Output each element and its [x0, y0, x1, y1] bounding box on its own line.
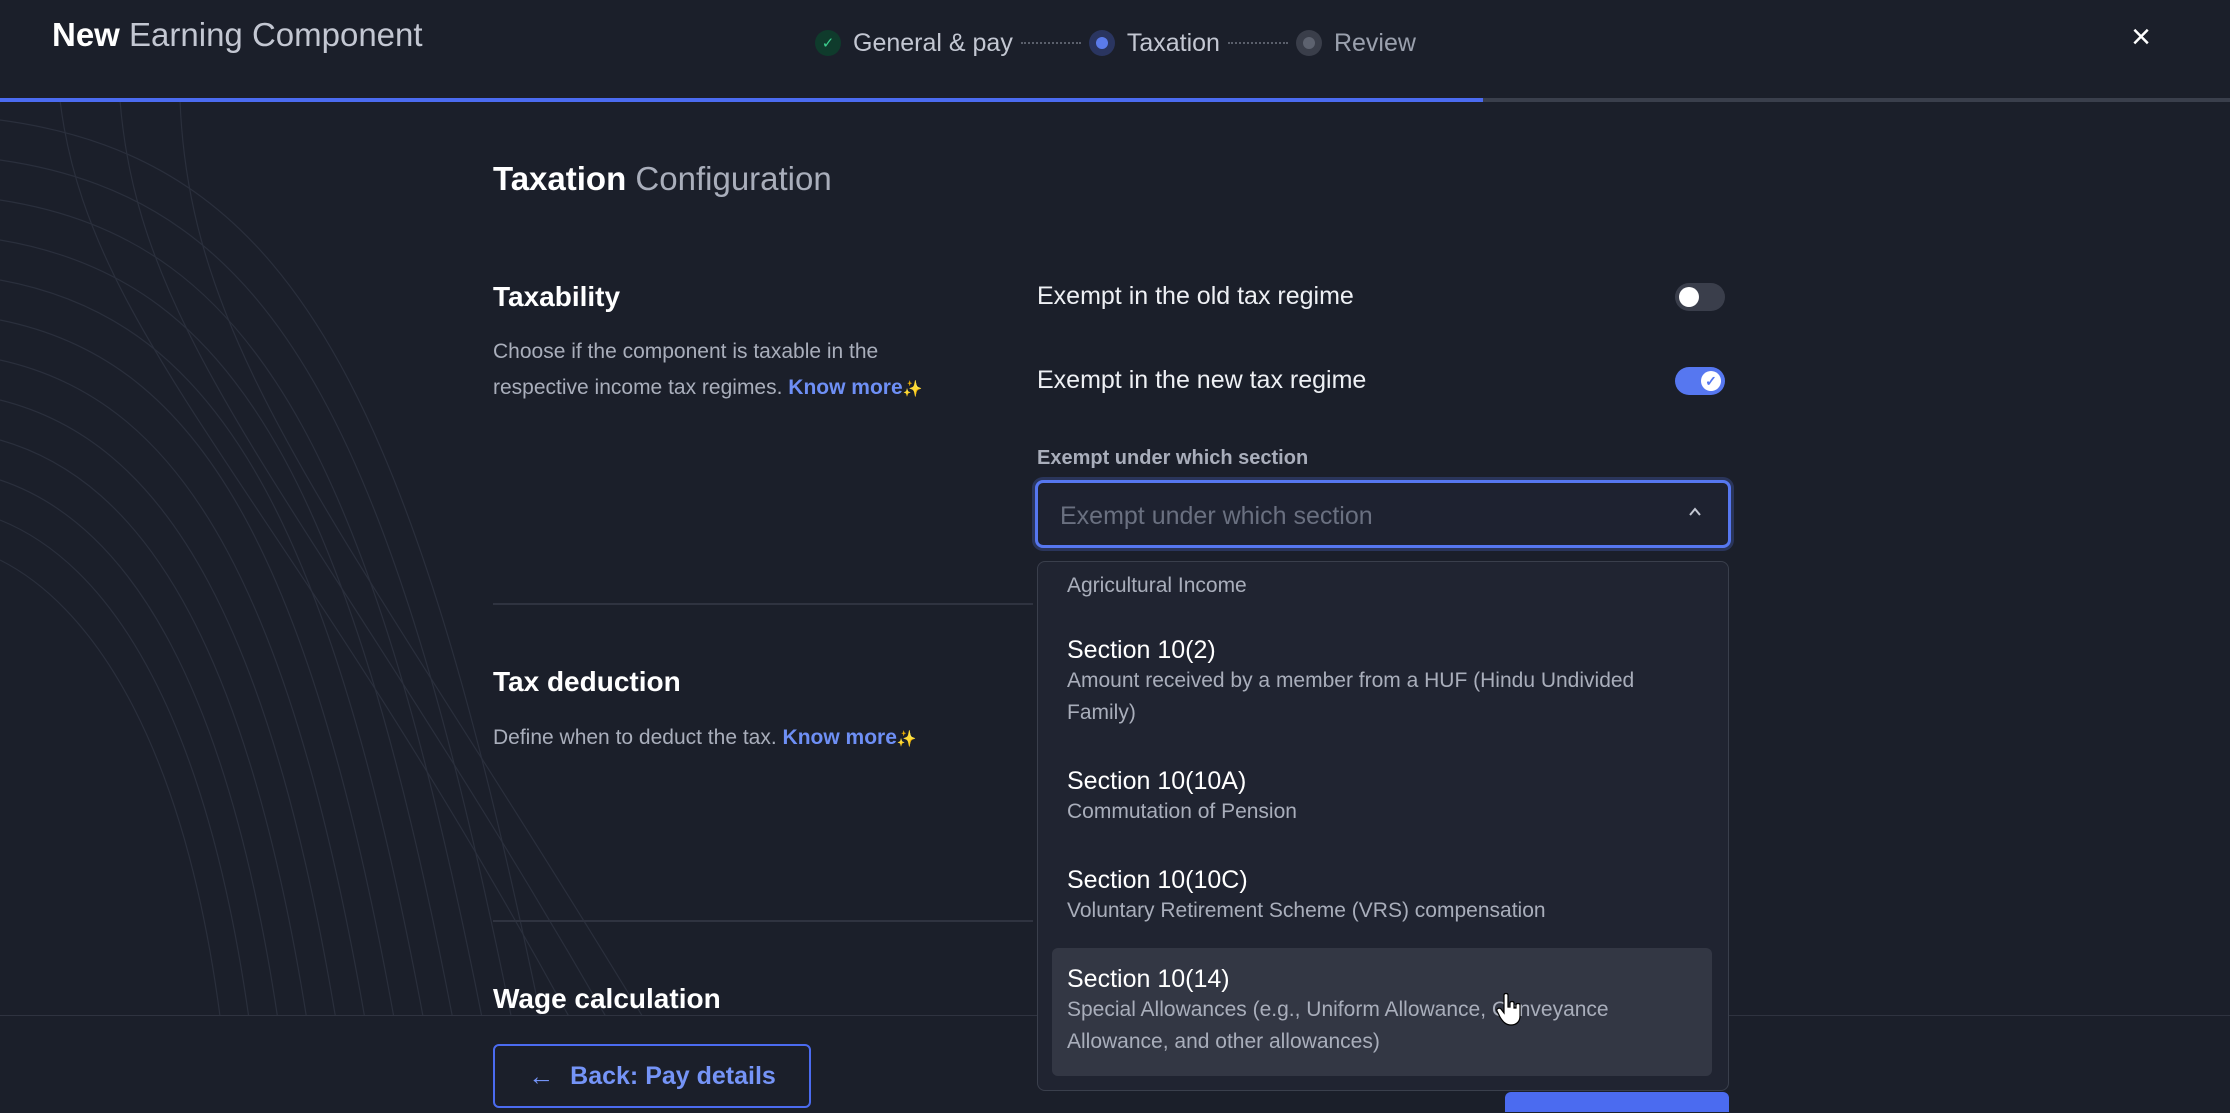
taxability-heading: Taxability: [493, 281, 621, 312]
hand-cursor-icon: [1496, 992, 1521, 1026]
step-taxation[interactable]: Taxation: [1088, 28, 1220, 58]
taxability-desc-line1: Choose if the component is taxable in th…: [493, 340, 879, 363]
section-select-placeholder: Exempt under which section: [1060, 502, 1373, 530]
step-connector: [1020, 42, 1081, 44]
divider: [493, 603, 1033, 605]
know-more-link[interactable]: Know more: [783, 726, 897, 749]
tax-deduction-desc-text: Define when to deduct the tax.: [493, 726, 777, 749]
dropdown-option[interactable]: Section 10(10C) Voluntary Retirement Sch…: [1038, 866, 1728, 927]
wage-calculation-heading: Wage calculation: [493, 983, 721, 1014]
know-more-link[interactable]: Know more: [788, 376, 902, 399]
modal-title-strong: New: [52, 16, 120, 53]
dropdown-option-hovered[interactable]: Section 10(14) Special Allowances (e.g.,…: [1052, 948, 1712, 1076]
taxability-desc-line2: respective income tax regimes. Know more…: [493, 370, 973, 408]
chevron-up-icon: [1689, 507, 1701, 516]
check-icon: ✓: [1701, 371, 1721, 391]
page-title-light: Configuration: [635, 160, 832, 197]
new-regime-toggle[interactable]: ✓: [1675, 367, 1725, 395]
option-title: Section 10(2): [1067, 636, 1216, 664]
modal-title-light: Earning Component: [129, 16, 423, 53]
arrow-left-icon: ←: [528, 1060, 555, 1091]
step-review[interactable]: Review: [1295, 28, 1416, 58]
step-connector: [1227, 42, 1288, 44]
current-step-icon: [1088, 30, 1115, 56]
divider: [493, 920, 1033, 922]
option-description: Agricultural Income: [1067, 574, 1247, 597]
back-button[interactable]: ← Back: Pay details: [493, 1044, 811, 1108]
step-general-pay[interactable]: ✓ General & pay: [815, 29, 1013, 58]
section-select[interactable]: Exempt under which section: [1035, 480, 1731, 548]
step-label: General & pay: [853, 28, 1013, 57]
page-title-strong: Taxation: [493, 160, 627, 197]
taxability-description: Choose if the component is taxable in th…: [493, 334, 973, 408]
tax-deduction-heading: Tax deduction: [493, 666, 681, 697]
dropdown-option[interactable]: Agricultural Income: [1038, 570, 1728, 602]
back-button-label: Back: Pay details: [570, 1061, 776, 1090]
dropdown-option[interactable]: Section 10(2) Amount received by a membe…: [1038, 636, 1728, 729]
check-icon: ✓: [815, 30, 841, 56]
step-label: Review: [1333, 28, 1416, 57]
dropdown-option[interactable]: Section 10(10A) Commutation of Pension: [1038, 767, 1728, 828]
option-title: Section 10(10C): [1067, 866, 1248, 894]
new-regime-label: Exempt in the new tax regime: [1037, 366, 1367, 394]
background-wave-decoration: [0, 100, 701, 1112]
pending-step-icon: [1295, 30, 1322, 56]
section-dropdown-list: Agricultural Income Section 10(2) Amount…: [1037, 561, 1729, 1091]
taxability-desc-text: respective income tax regimes.: [493, 376, 783, 399]
option-title: Section 10(10A): [1067, 767, 1247, 795]
page-title: Taxation Configuration: [493, 160, 832, 198]
modal-title: New Earning Component: [52, 16, 423, 54]
next-button[interactable]: [1505, 1092, 1729, 1112]
old-regime-label: Exempt in the old tax regime: [1037, 282, 1354, 310]
tax-deduction-description: Define when to deduct the tax. Know more…: [493, 720, 1093, 758]
option-description: Special Allowances (e.g., Uniform Allowa…: [1067, 998, 1609, 1053]
stepper: ✓ General & pay Taxation Review: [815, 26, 1416, 60]
toggle-knob: [1679, 287, 1699, 307]
option-title: Section 10(14): [1067, 965, 1230, 993]
option-description: Amount received by a member from a HUF (…: [1067, 669, 1635, 724]
old-regime-toggle[interactable]: [1675, 283, 1725, 311]
modal-header: New Earning Component ✓ General & pay Ta…: [0, 0, 2230, 100]
sparkle-icon: ✨: [896, 731, 917, 748]
option-description: Voluntary Retirement Scheme (VRS) compen…: [1067, 899, 1546, 922]
section-field-label: Exempt under which section: [1037, 447, 1309, 469]
progress-bar: [0, 98, 2230, 102]
step-label: Taxation: [1126, 28, 1220, 57]
sparkle-icon: ✨: [902, 381, 923, 398]
close-icon[interactable]: ×: [2126, 20, 2156, 54]
option-description: Commutation of Pension: [1067, 800, 1297, 823]
progress-bar-fill: [0, 98, 1483, 102]
